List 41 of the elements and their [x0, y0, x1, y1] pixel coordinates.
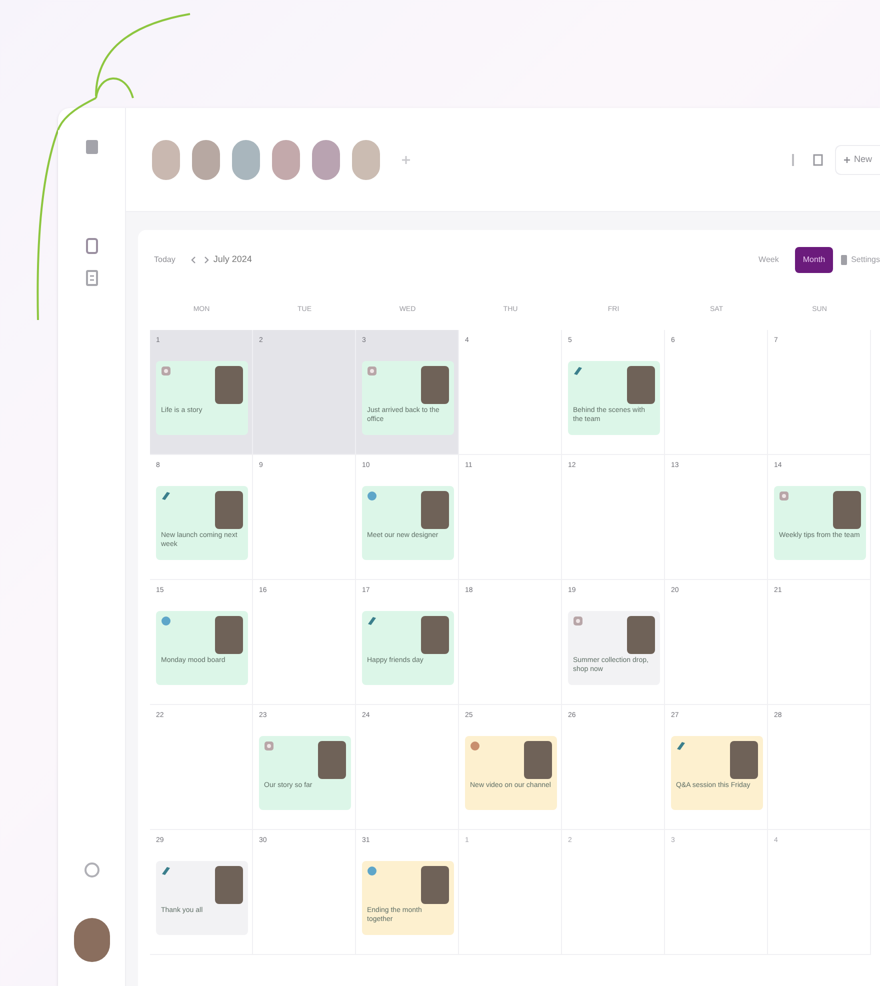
bird-icon [161, 866, 171, 876]
photo-placeholder [421, 366, 449, 404]
month-title: July 2024 [213, 253, 252, 266]
plus-icon[interactable] [402, 156, 410, 164]
photo-placeholder [833, 490, 861, 528]
chevron-right-icon[interactable] [204, 256, 210, 264]
bird-icon [367, 616, 377, 626]
photo-placeholder [421, 490, 449, 528]
camera-icon [264, 740, 274, 750]
document-icon[interactable] [86, 270, 98, 286]
bird-icon [161, 490, 171, 500]
bird-icon [676, 740, 686, 750]
bird-icon [573, 366, 583, 376]
photo-placeholder [627, 366, 655, 404]
photo-placeholder [215, 616, 243, 654]
photo-placeholder [215, 866, 243, 904]
photo-placeholder [421, 866, 449, 904]
chevron-left-icon[interactable] [191, 256, 196, 264]
photo-placeholder [421, 616, 449, 654]
camera-icon [779, 490, 789, 500]
settings-icon[interactable] [84, 862, 100, 878]
view-tab[interactable]: Month [794, 247, 834, 273]
photo-placeholder [627, 616, 655, 654]
camera-icon [573, 616, 583, 626]
user-avatar[interactable] [74, 918, 110, 962]
camera-icon [367, 366, 377, 376]
view-tab[interactable]: Week [750, 247, 787, 273]
today-button[interactable]: Today [150, 254, 180, 266]
plus-icon [844, 156, 850, 162]
photo-placeholder [215, 490, 243, 528]
photo-placeholder [215, 366, 243, 404]
circle-logo-icon [367, 866, 377, 876]
circle-logo-icon [367, 490, 377, 500]
photo-placeholder [730, 740, 758, 778]
dot-icon [470, 740, 480, 750]
settings-button[interactable]: Settings [841, 254, 880, 266]
new-button[interactable]: New [834, 144, 880, 174]
camera-icon [161, 366, 171, 376]
circle-logo-icon [161, 616, 171, 626]
photo-placeholder [524, 740, 552, 778]
photo-placeholder [318, 740, 346, 778]
